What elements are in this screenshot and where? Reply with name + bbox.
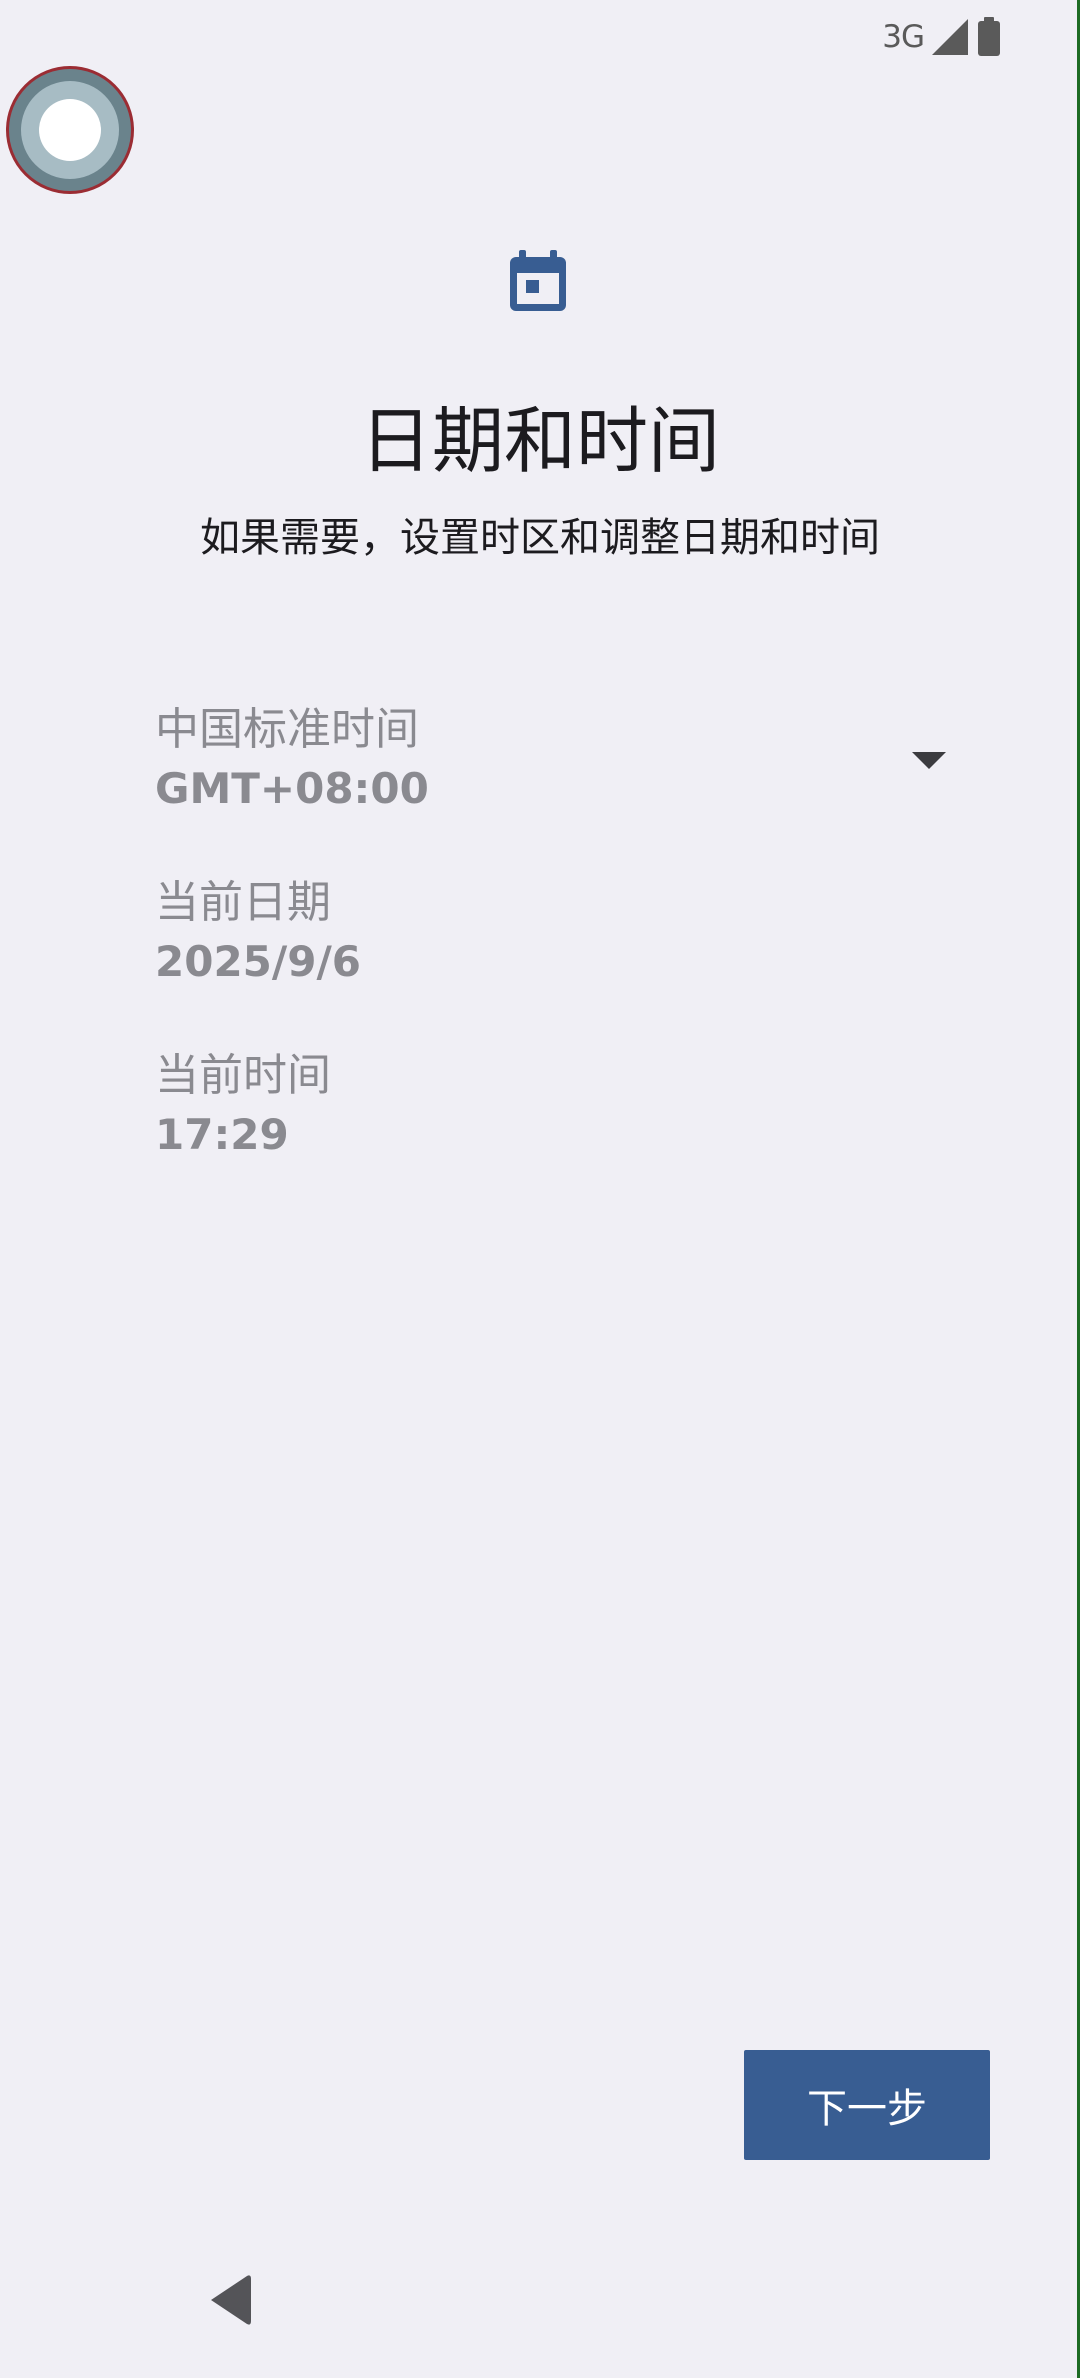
signal-cellular-icon (930, 18, 970, 56)
date-value: 2025/9/6 (155, 937, 362, 986)
date-setting[interactable]: 当前日期 2025/9/6 (155, 873, 955, 991)
next-button[interactable]: 下一步 (744, 2050, 990, 2160)
dropdown-arrow-icon[interactable] (912, 752, 946, 769)
back-triangle-icon[interactable] (205, 2272, 253, 2332)
timezone-value: GMT+08:00 (155, 764, 429, 813)
network-type: 3G (882, 19, 925, 55)
date-label: 当前日期 (155, 877, 331, 928)
bubble-core (39, 99, 101, 161)
timezone-setting[interactable]: 中国标准时间 GMT+08:00 (155, 700, 955, 818)
time-setting[interactable]: 当前时间 17:29 (155, 1046, 955, 1164)
time-label: 当前时间 (155, 1050, 331, 1101)
page-title: 日期和时间 (359, 399, 720, 483)
time-value: 17:29 (155, 1110, 289, 1159)
status-bar: 3G (882, 12, 1002, 62)
timezone-label: 中国标准时间 (155, 704, 419, 755)
page-subtitle: 如果需要，设置时区和调整日期和时间 (200, 515, 880, 561)
assistant-bubble-icon[interactable] (6, 66, 134, 194)
bubble-ring (21, 81, 119, 179)
battery-icon (976, 17, 1002, 57)
calendar-icon (506, 248, 570, 318)
